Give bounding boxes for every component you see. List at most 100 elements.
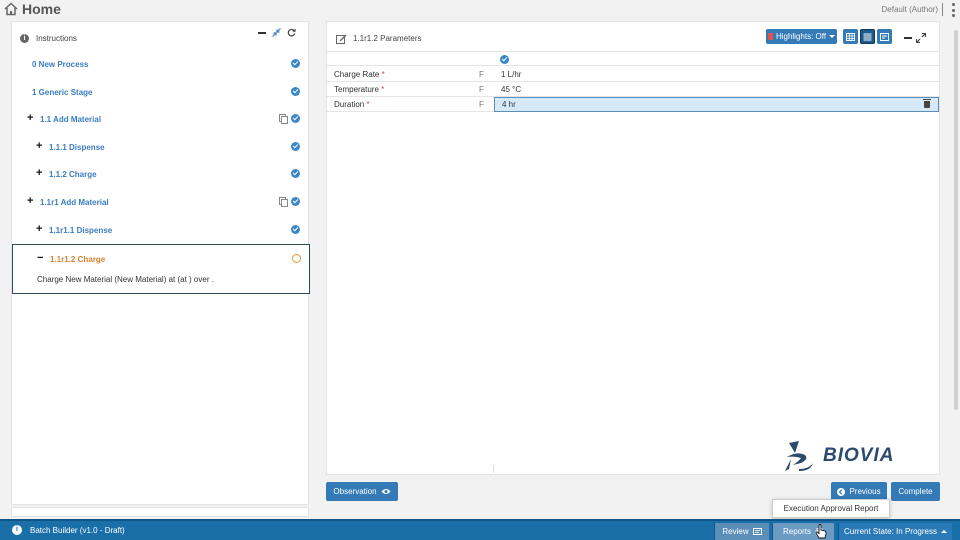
- tree-item-new-process[interactable]: 0 New Process: [12, 54, 308, 74]
- brand-name: BIOVIA: [823, 445, 895, 466]
- home-link[interactable]: Home: [4, 1, 61, 17]
- menu-item-execution-approval-report[interactable]: Execution Approval Report: [784, 504, 879, 513]
- check-circle-icon: [291, 114, 300, 123]
- parameter-flag: F: [479, 85, 484, 94]
- parameter-name: Temperature *: [334, 85, 385, 94]
- expand-icon[interactable]: +: [36, 141, 42, 152]
- form-icon: [880, 32, 889, 41]
- grid-header: [327, 51, 939, 66]
- caret-up-icon: [940, 530, 947, 533]
- list-view-button[interactable]: [860, 29, 875, 44]
- tree-item-add-material[interactable]: + 1.1 Add Material: [12, 109, 308, 129]
- trash-icon[interactable]: [923, 99, 931, 108]
- duration-input[interactable]: 4 hr: [494, 97, 939, 112]
- parameter-row: Duration * F 4 hr: [327, 97, 939, 112]
- arrow-circle-left-icon: [837, 487, 846, 496]
- collapse-icon[interactable]: −: [37, 252, 43, 264]
- top-bar: Home Default (Author): [0, 0, 960, 20]
- home-icon: [4, 2, 18, 16]
- expand-icon[interactable]: +: [36, 224, 42, 235]
- tree-item-dispense[interactable]: + 1.1.1 Dispense: [12, 137, 308, 157]
- parameter-name: Duration *: [334, 100, 370, 109]
- expand-icon[interactable]: +: [36, 168, 42, 179]
- expand-icon[interactable]: +: [27, 196, 33, 207]
- instructions-panel: i Instructions 0 New Process 1 Generic S…: [11, 21, 310, 505]
- info-icon[interactable]: i: [12, 525, 22, 535]
- complete-button[interactable]: Complete: [891, 482, 940, 501]
- caret-down-icon: [829, 35, 836, 38]
- parameter-value[interactable]: 45 °C: [501, 85, 521, 94]
- tree-item-label: 1.1.1 Dispense: [49, 143, 105, 152]
- refresh-icon: [287, 28, 296, 37]
- instructions-title: Instructions: [36, 34, 77, 43]
- scrollbar[interactable]: [954, 30, 958, 410]
- parameter-name: Charge Rate *: [334, 70, 385, 79]
- highlights-dropdown[interactable]: Highlights: Off: [766, 29, 837, 44]
- check-circle-icon: [291, 225, 300, 234]
- current-state-dropdown[interactable]: Current State: In Progress: [838, 523, 952, 540]
- review-label: Review: [722, 527, 749, 536]
- expand-icon[interactable]: +: [27, 113, 33, 124]
- eye-icon: [381, 489, 391, 494]
- check-circle-icon: [291, 87, 300, 96]
- check-circle-icon: [500, 55, 509, 64]
- tree-item-label: 1.1r1.1 Dispense: [49, 226, 113, 235]
- parameters-panel: 1.1r1.2 Parameters Highlights: Off Charg…: [326, 21, 940, 475]
- tree-item-label: 1 Generic Stage: [32, 88, 93, 97]
- refresh-button[interactable]: [287, 28, 296, 37]
- copy-icon[interactable]: [279, 197, 288, 207]
- info-icon: i: [20, 34, 29, 43]
- previous-label: Previous: [849, 487, 881, 496]
- parameters-title: 1.1r1.2 Parameters: [353, 34, 422, 43]
- user-label[interactable]: Default (Author): [882, 5, 938, 14]
- minimize-icon[interactable]: [904, 37, 912, 39]
- list-icon: [863, 33, 872, 40]
- complete-label: Complete: [898, 487, 933, 496]
- check-circle-icon: [291, 169, 300, 178]
- review-button[interactable]: Review: [714, 523, 769, 540]
- tree-item-label: 1.1r1 Add Material: [40, 198, 109, 207]
- tree-item-charge[interactable]: + 1.1.2 Charge: [12, 164, 308, 184]
- kebab-menu-icon[interactable]: [950, 3, 956, 17]
- highlights-label: Highlights: Off: [775, 32, 827, 41]
- parameters-header: 1.1r1.2 Parameters Highlights: Off: [327, 22, 939, 52]
- parameter-row: Temperature * F 45 °C: [327, 82, 939, 97]
- expand-arrows-icon[interactable]: [916, 33, 926, 43]
- pending-circle-icon: [292, 254, 301, 263]
- ds-logo-icon: [785, 441, 813, 471]
- tree-item-label: 1.1 Add Material: [40, 115, 102, 124]
- compress-button[interactable]: [272, 28, 281, 37]
- check-circle-icon: [291, 59, 300, 68]
- biovia-logo: BIOVIA: [783, 439, 894, 473]
- reports-label: Reports: [782, 527, 811, 536]
- parameter-flag: F: [479, 100, 484, 109]
- observation-button[interactable]: Observation: [326, 482, 398, 501]
- tree-item-add-material-r1[interactable]: + 1.1r1 Add Material: [12, 192, 308, 212]
- minus-icon: [257, 31, 266, 34]
- tree-item-label: 1.1r1.2 Charge: [50, 255, 106, 264]
- observation-label: Observation: [333, 487, 377, 496]
- review-icon: [752, 528, 762, 535]
- check-circle-icon: [291, 197, 300, 206]
- compress-icon: [272, 28, 281, 37]
- tree-item-generic-stage[interactable]: 1 Generic Stage: [12, 82, 308, 102]
- grid-view-button[interactable]: [843, 29, 858, 44]
- parameter-value[interactable]: 1 L/hr: [501, 70, 521, 79]
- tree-item-label: 1.1.2 Charge: [49, 170, 97, 179]
- collapse-button[interactable]: [257, 28, 266, 37]
- divider: [942, 3, 943, 16]
- batch-title: Batch Builder (v1.0 - Draft): [30, 526, 125, 535]
- edit-icon: [336, 34, 347, 44]
- form-view-button[interactable]: [877, 29, 892, 44]
- copy-icon[interactable]: [279, 114, 288, 124]
- column-divider: [493, 465, 494, 473]
- parameter-flag: F: [479, 70, 484, 79]
- page-title: Home: [22, 1, 61, 17]
- flag-icon: [767, 33, 773, 40]
- parameter-row: Charge Rate * F 1 L/hr: [327, 67, 939, 82]
- reports-menu: Execution Approval Report: [772, 499, 890, 518]
- table-icon: [846, 32, 855, 41]
- panel-footer: [11, 507, 309, 517]
- tree-item-dispense-r1[interactable]: + 1.1r1.1 Dispense: [12, 220, 308, 240]
- tree-item-selected-charge[interactable]: − 1.1r1.2 Charge Charge New Material (Ne…: [12, 244, 310, 294]
